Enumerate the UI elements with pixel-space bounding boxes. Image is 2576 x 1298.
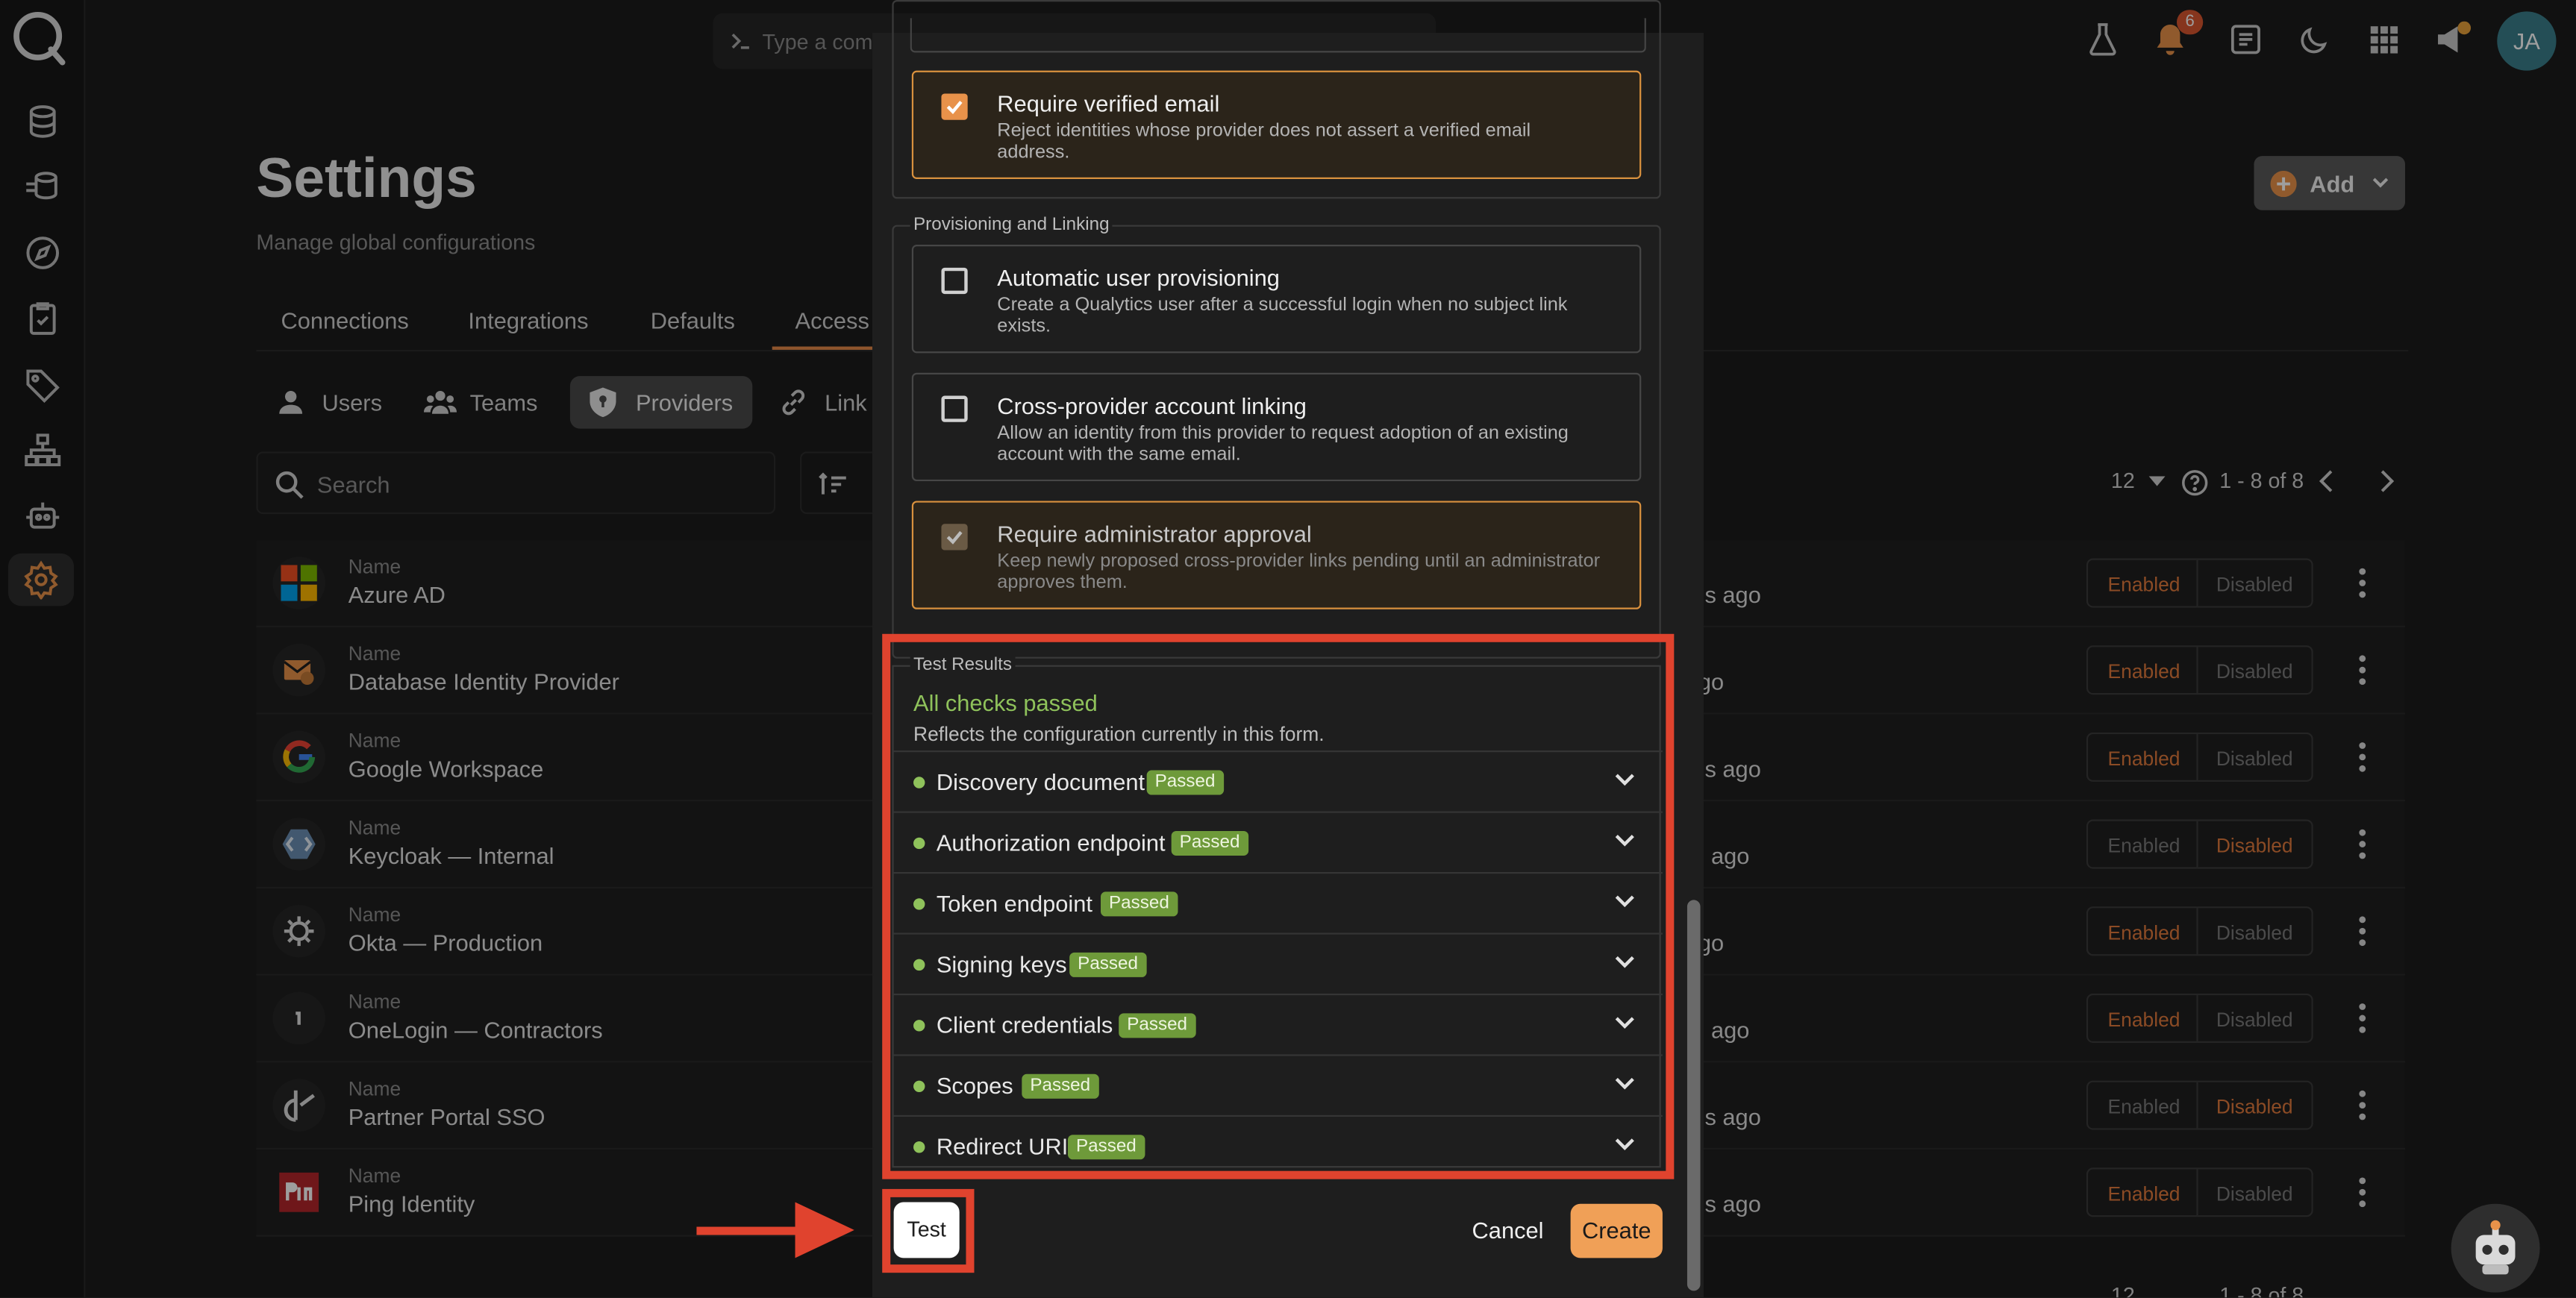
auto-provision-checkbox[interactable] [941,267,968,295]
verified-email-desc: Reject identities whose provider does no… [997,121,1531,162]
previous-field [910,18,1646,53]
verified-email-title: Require verified email [997,90,1220,117]
modal-scrollbar[interactable] [1686,900,1701,1291]
auto-provision-title: Automatic user provisioning [997,264,1280,291]
annotation-arrow-icon [693,1199,857,1261]
verified-email-checkbox[interactable] [941,93,968,120]
admin-approval-desc: Keep newly proposed cross-provider links… [997,551,1601,592]
cross-link-checkbox[interactable] [941,395,968,422]
auto-provision-desc: Create a Qualytics user after a successf… [997,295,1568,336]
provisioning-fieldset: Provisioning and Linking Automatic user … [892,215,1661,659]
verified-email-option[interactable]: Require verified email Reject identities… [911,70,1642,179]
cross-link-title: Cross-provider account linking [997,392,1307,419]
annotation-highlight-test [882,1188,975,1273]
admin-approval-checkbox [941,524,968,551]
provisioning-legend: Provisioning and Linking [910,215,1113,235]
admin-approval-option: Require administrator approval Keep newl… [911,501,1642,609]
cancel-button[interactable]: Cancel [1472,1217,1544,1243]
cross-link-desc: Allow an identity from this provider to … [997,423,1569,464]
annotation-highlight-results [882,633,1675,1179]
admin-approval-title: Require administrator approval [997,520,1312,548]
assistant-bot-icon[interactable] [2451,1203,2540,1293]
create-button[interactable]: Create [1570,1203,1663,1258]
auto-provision-option[interactable]: Automatic user provisioning Create a Qua… [911,245,1642,354]
security-fieldset: Require verified email Reject identities… [892,0,1661,199]
cross-link-option[interactable]: Cross-provider account linking Allow an … [911,372,1642,482]
